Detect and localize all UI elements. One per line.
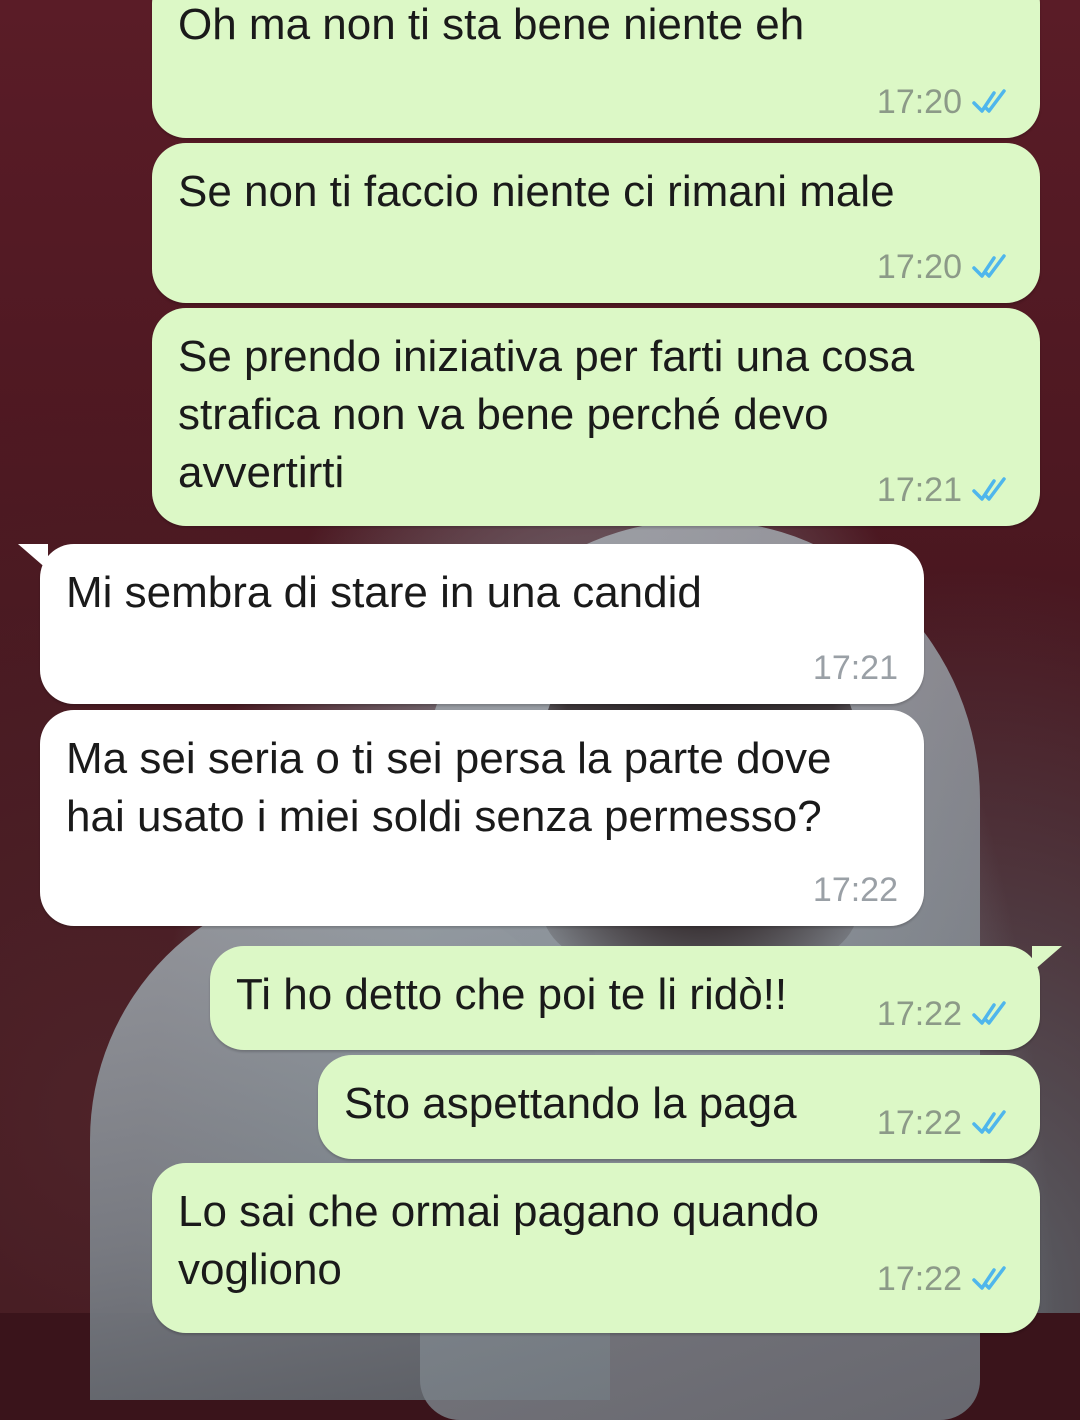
message-time: 17:21 bbox=[876, 471, 962, 509]
message-time: 17:22 bbox=[812, 871, 898, 909]
message-meta: 17:22 bbox=[877, 1103, 1014, 1143]
message-time: 17:22 bbox=[876, 1104, 962, 1142]
bubble-tail bbox=[18, 544, 48, 570]
message-bubble-outgoing[interactable]: Ti ho detto che poi te li ridò!! 17:22 bbox=[210, 946, 1062, 1050]
message-bubble-outgoing[interactable]: Se non ti faccio niente ci rimani male 1… bbox=[152, 143, 1040, 303]
double-check-read-icon bbox=[972, 254, 1006, 278]
message-time: 17:22 bbox=[876, 1260, 962, 1298]
message-text: Mi sembra di stare in una candid bbox=[66, 568, 702, 617]
message-time: 17:22 bbox=[876, 995, 962, 1033]
message-meta: 17:22 bbox=[813, 870, 898, 910]
double-check-read-icon bbox=[972, 1001, 1006, 1025]
double-check-read-icon bbox=[972, 89, 1006, 113]
message-time: 17:20 bbox=[876, 248, 962, 286]
message-bubble-outgoing[interactable]: Lo sai che ormai pagano quando vogliono … bbox=[152, 1163, 1040, 1333]
message-meta: 17:22 bbox=[877, 1259, 1014, 1299]
message-bubble-outgoing[interactable]: Sto aspettando la paga 17:22 bbox=[318, 1055, 1040, 1159]
message-bubble-incoming[interactable]: Mi sembra di stare in una candid 17:21 bbox=[18, 544, 924, 704]
message-text: Ma sei seria o ti sei persa la parte dov… bbox=[66, 734, 832, 841]
double-check-read-icon bbox=[972, 477, 1006, 501]
message-time: 17:21 bbox=[812, 649, 898, 687]
message-text: Se non ti faccio niente ci rimani male bbox=[178, 167, 895, 216]
message-meta: 17:20 bbox=[877, 247, 1014, 287]
bubble-tail bbox=[1032, 946, 1062, 972]
message-text: Oh ma non ti sta bene niente eh bbox=[178, 0, 805, 49]
message-meta: 17:20 bbox=[877, 82, 1014, 122]
message-meta: 17:22 bbox=[877, 994, 1014, 1034]
double-check-read-icon bbox=[972, 1110, 1006, 1134]
message-meta: 17:21 bbox=[813, 648, 898, 688]
double-check-read-icon bbox=[972, 1266, 1006, 1290]
message-bubble-outgoing[interactable]: Se prendo iniziativa per farti una cosa … bbox=[152, 308, 1040, 526]
message-bubble-outgoing[interactable]: Oh ma non ti sta bene niente eh 17:20 bbox=[152, 0, 1040, 138]
message-time: 17:20 bbox=[876, 83, 962, 121]
message-bubble-incoming[interactable]: Ma sei seria o ti sei persa la parte dov… bbox=[40, 710, 924, 926]
message-meta: 17:21 bbox=[877, 470, 1014, 510]
